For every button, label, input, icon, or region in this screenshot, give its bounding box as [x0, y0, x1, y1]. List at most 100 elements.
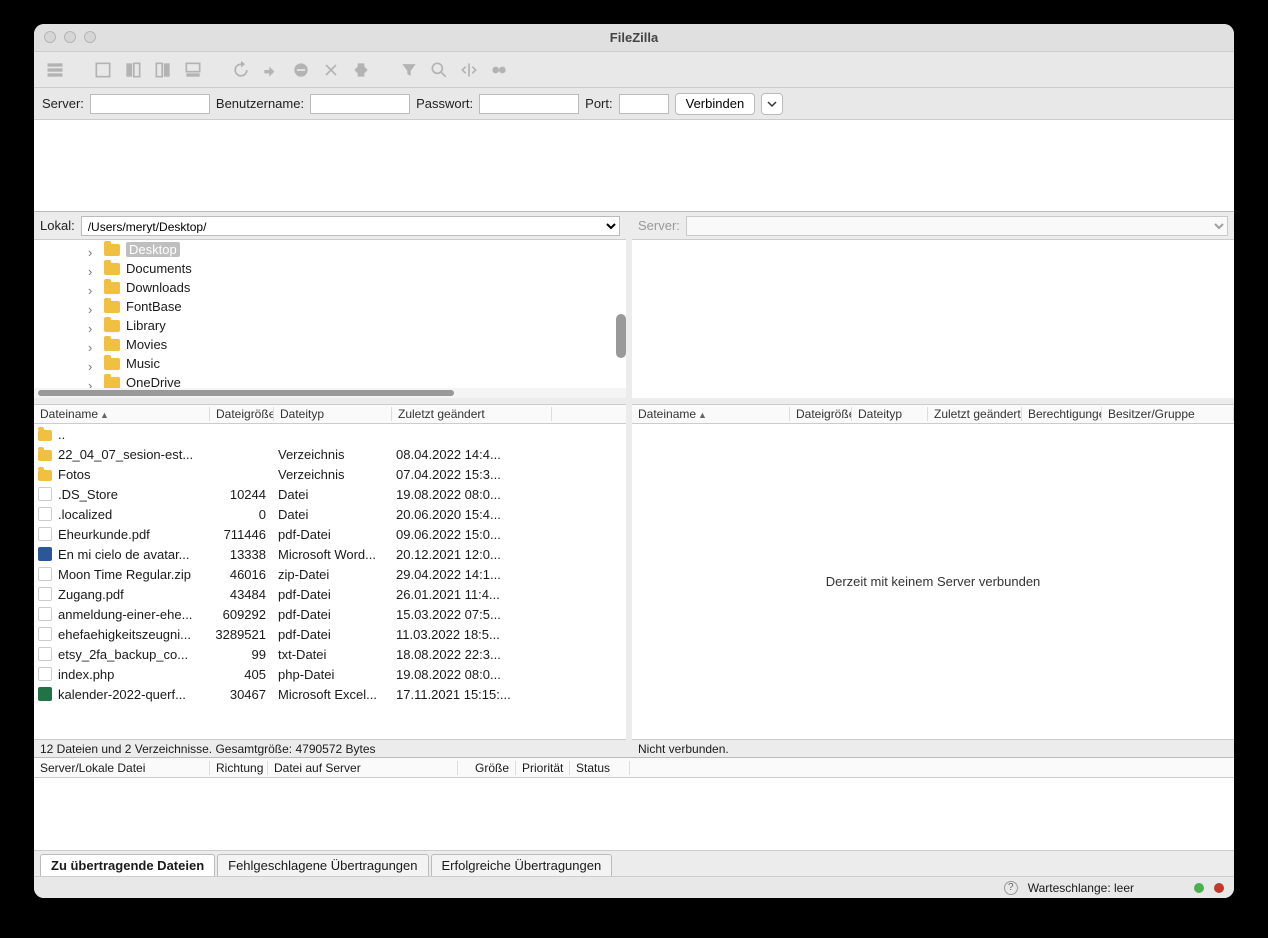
cancel-icon[interactable]	[288, 58, 314, 82]
col-type[interactable]: Dateityp	[274, 407, 392, 421]
disclosure-icon[interactable]: ›	[88, 302, 98, 312]
disclosure-icon[interactable]: ›	[88, 283, 98, 293]
tree-item[interactable]: › FontBase	[34, 297, 626, 316]
quickconnect-history-dropdown[interactable]	[761, 93, 783, 115]
file-row[interactable]: Eheurkunde.pdf711446pdf-Datei09.06.2022 …	[34, 524, 626, 544]
connect-button[interactable]: Verbinden	[675, 93, 756, 115]
refresh-icon[interactable]	[228, 58, 254, 82]
file-row[interactable]: .DS_Store10244Datei19.08.2022 08:0...	[34, 484, 626, 504]
username-input[interactable]	[310, 94, 410, 114]
tree-item[interactable]: ›Movies	[34, 335, 626, 354]
tree-item-label: FontBase	[126, 299, 182, 314]
col-status[interactable]: Status	[570, 761, 630, 775]
cell-size: 711446	[208, 527, 272, 542]
tree-item[interactable]: ›Downloads	[34, 278, 626, 297]
tab-failed[interactable]: Fehlgeschlagene Übertragungen	[217, 854, 428, 876]
col-direction[interactable]: Richtung	[210, 761, 268, 775]
cell-modified: 15.03.2022 07:5...	[390, 607, 550, 622]
search-icon[interactable]	[426, 58, 452, 82]
port-input[interactable]	[619, 94, 669, 114]
filter-icon[interactable]	[396, 58, 422, 82]
col-type[interactable]: Dateityp	[852, 407, 928, 421]
toggle-remote-tree-icon[interactable]	[150, 58, 176, 82]
local-list-header[interactable]: Dateiname▲ Dateigröße Dateityp Zuletzt g…	[34, 404, 626, 424]
remote-summary: Nicht verbunden.	[632, 739, 1234, 757]
file-row[interactable]: kalender-2022-querf...30467Microsoft Exc…	[34, 684, 626, 704]
sitemanager-icon[interactable]	[42, 58, 68, 82]
file-row[interactable]: FotosVerzeichnis07.04.2022 15:3...	[34, 464, 626, 484]
col-localfile[interactable]: Server/Lokale Datei	[34, 761, 210, 775]
tree-item[interactable]: ›Documents	[34, 259, 626, 278]
help-icon[interactable]: ?	[1004, 881, 1018, 895]
tab-queued[interactable]: Zu übertragende Dateien	[40, 854, 215, 876]
file-row[interactable]: En mi cielo de avatar...13338Microsoft W…	[34, 544, 626, 564]
cell-type: pdf-Datei	[272, 527, 390, 542]
password-input[interactable]	[479, 94, 579, 114]
zoom-icon[interactable]	[84, 31, 96, 43]
cell-name: .localized	[52, 507, 208, 522]
remote-list-header[interactable]: Dateiname▲ Dateigröße Dateityp Zuletzt g…	[632, 404, 1234, 424]
close-icon[interactable]	[44, 31, 56, 43]
remote-file-list[interactable]: Derzeit mit keinem Server verbunden	[632, 424, 1234, 739]
cell-size: 0	[208, 507, 272, 522]
col-modified[interactable]: Zuletzt geändert	[392, 407, 552, 421]
sync-browse-icon[interactable]	[486, 58, 512, 82]
disclosure-icon[interactable]: ›	[88, 264, 98, 274]
col-remotefile[interactable]: Datei auf Server	[268, 761, 458, 775]
local-file-list[interactable]: ..22_04_07_sesion-est...Verzeichnis08.04…	[34, 424, 626, 739]
file-row[interactable]: Zugang.pdf43484pdf-Datei26.01.2021 11:4.…	[34, 584, 626, 604]
local-tree[interactable]: ›Desktop›Documents›Downloads›FontBase›Li…	[34, 240, 626, 404]
folder-icon	[104, 320, 120, 332]
file-row[interactable]: 22_04_07_sesion-est...Verzeichnis08.04.2…	[34, 444, 626, 464]
scrollbar-vertical[interactable]	[616, 314, 626, 358]
remote-empty-message: Derzeit mit keinem Server verbunden	[826, 574, 1041, 589]
file-row[interactable]: .localized0Datei20.06.2020 15:4...	[34, 504, 626, 524]
toggle-log-icon[interactable]	[90, 58, 116, 82]
col-modified[interactable]: Zuletzt geändert	[928, 407, 1022, 421]
queue-body[interactable]	[34, 778, 1234, 850]
toggle-local-tree-icon[interactable]	[120, 58, 146, 82]
disclosure-icon[interactable]: ›	[88, 359, 98, 369]
server-input[interactable]	[90, 94, 210, 114]
disclosure-icon[interactable]: ›	[88, 340, 98, 350]
tree-item[interactable]: › Music	[34, 354, 626, 373]
queue-header[interactable]: Server/Lokale Datei Richtung Datei auf S…	[34, 758, 1234, 778]
file-row[interactable]: index.php405php-Datei19.08.2022 08:0...	[34, 664, 626, 684]
tree-item-label: Music	[126, 356, 160, 371]
disclosure-icon[interactable]: ›	[88, 378, 98, 388]
tree-item[interactable]: ›Desktop	[34, 240, 626, 259]
message-log[interactable]	[34, 120, 1234, 212]
file-row[interactable]: ..	[34, 424, 626, 444]
cell-size: 30467	[208, 687, 272, 702]
tree-item[interactable]: ›Library	[34, 316, 626, 335]
file-row[interactable]: Moon Time Regular.zip46016zip-Datei29.04…	[34, 564, 626, 584]
file-row[interactable]: ehefaehigkeitszeugni...3289521pdf-Datei1…	[34, 624, 626, 644]
tab-successful[interactable]: Erfolgreiche Übertragungen	[431, 854, 613, 876]
split-panes: Lokal: /Users/meryt/Desktop/ ›Desktop›Do…	[34, 212, 1234, 758]
file-icon	[38, 567, 52, 581]
col-size[interactable]: Größe	[458, 761, 516, 775]
col-perms[interactable]: Berechtigunge	[1022, 407, 1102, 421]
col-priority[interactable]: Priorität	[516, 761, 570, 775]
disclosure-icon[interactable]: ›	[88, 245, 98, 255]
col-size[interactable]: Dateigröße	[790, 407, 852, 421]
traffic-lights[interactable]	[44, 31, 96, 43]
col-owner[interactable]: Besitzer/Gruppe	[1102, 407, 1234, 421]
app-window: FileZilla Server: Benutzername: Passwort…	[34, 24, 1234, 898]
cell-type: php-Datei	[272, 667, 390, 682]
window-title: FileZilla	[610, 30, 658, 45]
toggle-queue-icon[interactable]	[180, 58, 206, 82]
disconnect-icon[interactable]	[318, 58, 344, 82]
col-size[interactable]: Dateigröße	[210, 407, 274, 421]
scrollbar-horizontal[interactable]	[34, 388, 626, 398]
process-queue-icon[interactable]	[258, 58, 284, 82]
file-row[interactable]: etsy_2fa_backup_co...99txt-Datei18.08.20…	[34, 644, 626, 664]
minimize-icon[interactable]	[64, 31, 76, 43]
disclosure-icon[interactable]: ›	[88, 321, 98, 331]
local-path-combo[interactable]: /Users/meryt/Desktop/	[81, 216, 620, 236]
remote-tree[interactable]	[632, 240, 1234, 404]
compare-icon[interactable]	[456, 58, 482, 82]
remote-path-combo[interactable]	[686, 216, 1228, 236]
reconnect-icon[interactable]	[348, 58, 374, 82]
file-row[interactable]: anmeldung-einer-ehe...609292pdf-Datei15.…	[34, 604, 626, 624]
